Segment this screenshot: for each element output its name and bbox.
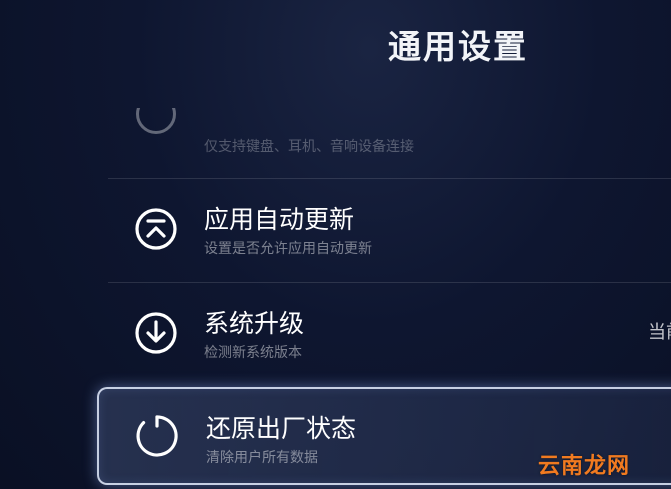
current-version-value: 当前: [648, 322, 671, 343]
list-item-system-upgrade[interactable]: 系统升级 检测新系统版本 当前: [108, 282, 671, 384]
page-title: 通用设置: [388, 27, 528, 66]
list-item-title: 应用自动更新: [204, 205, 355, 234]
list-item-subtitle: 设置是否允许应用自动更新: [204, 241, 372, 257]
chevron-up-circle-icon: [135, 208, 177, 250]
list-item-subtitle: 清除用户所有数据: [206, 450, 318, 466]
download-circle-icon: [135, 312, 177, 354]
circle-icon: [136, 108, 176, 134]
list-item-subtitle: 检测新系统版本: [204, 345, 302, 361]
list-item-app-auto-update[interactable]: 应用自动更新 设置是否允许应用自动更新: [108, 178, 671, 280]
restore-circle-icon: [136, 415, 178, 457]
list-item-subtitle: 仅支持键盘、耳机、音响设备连接: [204, 139, 414, 155]
list-item-partial[interactable]: 仅支持键盘、耳机、音响设备连接: [108, 108, 671, 178]
list-item-title: 还原出厂状态: [206, 414, 357, 443]
list-item-title: 系统升级: [204, 309, 305, 338]
watermark: 云南龙网: [538, 454, 631, 479]
